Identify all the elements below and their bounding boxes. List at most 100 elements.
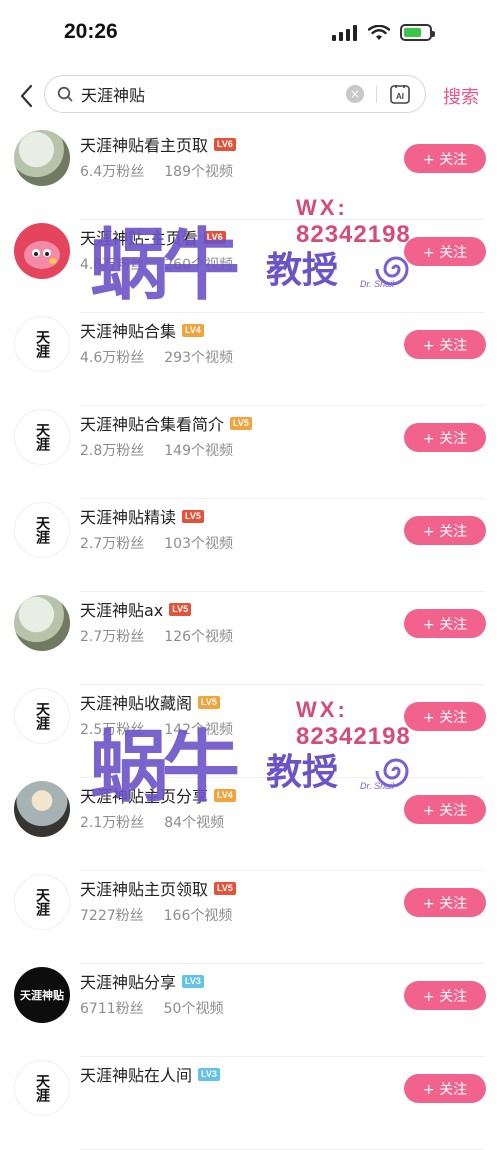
fans-count: 6.4万粉丝 [80,164,145,180]
follow-button[interactable]: + 关注 [404,888,486,917]
avatar[interactable]: 天涯神贴 [14,967,70,1023]
search-query[interactable]: 天涯神贴 [81,82,346,106]
avatar-text: 天涯 [34,702,50,730]
ai-scan-icon[interactable]: AI [389,83,411,105]
account-name[interactable]: 天涯神贴合集看简介 [80,411,224,435]
account-name[interactable]: 天涯神贴精读 [80,504,176,528]
result-row[interactable]: 天涯 天涯神贴精读 LV5 2.7万粉丝 103个视频 + 关注 [0,499,500,592]
title-line: 天涯神贴精读 LV5 [80,504,204,528]
wifi-icon [368,24,390,40]
title-line: 天涯神贴ax LV5 [80,597,192,621]
result-row[interactable]: 天涯神贴ax LV5 2.7万粉丝 126个视频 + 关注 [0,592,500,685]
video-count: 149个视频 [164,443,233,459]
account-stats: 2.7万粉丝 126个视频 [80,626,233,646]
follow-button[interactable]: + 关注 [404,144,486,173]
back-button[interactable] [12,78,40,114]
avatar[interactable] [14,223,70,279]
avatar-text: 天涯 [34,516,50,544]
avatar[interactable]: 天涯 [14,502,70,558]
clear-icon[interactable]: × [346,85,364,103]
title-line: 天涯神贴合集 LV4 [80,318,204,342]
video-count: 260个视频 [164,257,233,273]
account-name[interactable]: 天涯神贴看主页取 [80,132,208,156]
title-line: 天涯神贴合集看简介 LV5 [80,411,252,435]
divider [376,85,377,103]
account-name[interactable]: 天涯神贴主页领取 [80,876,208,900]
battery-icon [400,24,435,41]
follow-button[interactable]: + 关注 [404,516,486,545]
fans-count: 2.7万粉丝 [80,536,145,552]
fans-count: 2.7万粉丝 [80,629,145,645]
level-badge: LV5 [198,695,220,709]
title-line: 天涯神贴看主页取 LV6 [80,132,236,156]
title-line: 天涯神贴主页领取 LV5 [80,876,236,900]
account-name[interactable]: 天涯神贴-主页看 [80,225,198,249]
result-row[interactable]: 天涯 天涯神贴在人间 LV3 + 关注 [0,1057,500,1150]
title-line: 天涯神贴主页分享 LV4 [80,783,236,807]
video-count: 293个视频 [164,350,233,366]
search-button[interactable]: 搜索 [443,83,479,109]
avatar[interactable] [14,781,70,837]
result-row[interactable]: 天涯 天涯神贴主页领取 LV5 7227粉丝 166个视频 + 关注 [0,871,500,964]
status-icons [332,24,435,41]
account-stats: 4.6万粉丝 293个视频 [80,347,233,367]
account-stats: 2.5万粉丝 142个视频 [80,719,233,739]
chevron-left-icon [20,84,33,108]
status-bar: 20:26 [0,0,500,66]
follow-button[interactable]: + 关注 [404,330,486,359]
svg-text:AI: AI [396,92,404,101]
fans-count: 2.1万粉丝 [80,815,145,831]
account-name[interactable]: 天涯神贴合集 [80,318,176,342]
account-name[interactable]: 天涯神贴ax [80,597,163,621]
follow-button[interactable]: + 关注 [404,609,486,638]
level-badge: LV5 [214,881,236,895]
avatar-text: 天涯 [34,888,50,916]
account-name[interactable]: 天涯神贴收藏阁 [80,690,192,714]
level-badge: LV4 [214,788,236,802]
title-line: 天涯神贴-主页看 LV6 [80,225,226,249]
video-count: 50个视频 [163,1001,224,1017]
follow-button[interactable]: + 关注 [404,702,486,731]
results-list: 天涯神贴看主页取 LV6 6.4万粉丝 189个视频 + 关注 天涯神贴-主页看 LV6 4.… [0,127,500,1150]
account-stats: 2.8万粉丝 149个视频 [80,440,233,460]
avatar-text: 天涯神贴 [20,989,64,1002]
account-stats: 2.1万粉丝 84个视频 [80,812,224,832]
video-count: 142个视频 [164,722,233,738]
avatar-text: 天涯 [34,423,50,451]
result-row[interactable]: 天涯 天涯神贴合集 LV4 4.6万粉丝 293个视频 + 关注 [0,313,500,406]
follow-button[interactable]: + 关注 [404,237,486,266]
search-input[interactable]: 天涯神贴 × AI [44,75,426,113]
result-row[interactable]: 天涯神贴-主页看 LV6 4.8万粉丝 260个视频 + 关注 [0,220,500,313]
video-count: 103个视频 [164,536,233,552]
result-row[interactable]: 天涯神贴主页分享 LV4 2.1万粉丝 84个视频 + 关注 [0,778,500,871]
avatar[interactable]: 天涯 [14,874,70,930]
account-stats: 6.4万粉丝 189个视频 [80,161,233,181]
follow-button[interactable]: + 关注 [404,1074,486,1103]
video-count: 189个视频 [164,164,233,180]
title-line: 天涯神贴分享 LV3 [80,969,204,993]
result-row[interactable]: 天涯神贴 天涯神贴分享 LV3 6711粉丝 50个视频 + 关注 [0,964,500,1057]
result-row[interactable]: 天涯 天涯神贴合集看简介 LV5 2.8万粉丝 149个视频 + 关注 [0,406,500,499]
level-badge: LV3 [182,974,204,988]
level-badge: LV4 [182,323,204,337]
account-name[interactable]: 天涯神贴分享 [80,969,176,993]
account-name[interactable]: 天涯神贴主页分享 [80,783,208,807]
avatar[interactable] [14,595,70,651]
avatar[interactable] [14,130,70,186]
fans-count: 4.6万粉丝 [80,350,145,366]
follow-button[interactable]: + 关注 [404,981,486,1010]
result-row[interactable]: 天涯神贴看主页取 LV6 6.4万粉丝 189个视频 + 关注 [0,127,500,220]
account-stats: 7227粉丝 166个视频 [80,905,232,925]
account-stats: 2.7万粉丝 103个视频 [80,533,233,553]
follow-button[interactable]: + 关注 [404,423,486,452]
avatar[interactable]: 天涯 [14,1060,70,1116]
avatar[interactable]: 天涯 [14,409,70,465]
avatar[interactable]: 天涯 [14,688,70,744]
account-name[interactable]: 天涯神贴在人间 [80,1062,192,1086]
search-icon [57,85,75,103]
video-count: 126个视频 [164,629,233,645]
avatar[interactable]: 天涯 [14,316,70,372]
result-row[interactable]: 天涯 天涯神贴收藏阁 LV5 2.5万粉丝 142个视频 + 关注 [0,685,500,778]
follow-button[interactable]: + 关注 [404,795,486,824]
fans-count: 7227粉丝 [80,908,144,924]
